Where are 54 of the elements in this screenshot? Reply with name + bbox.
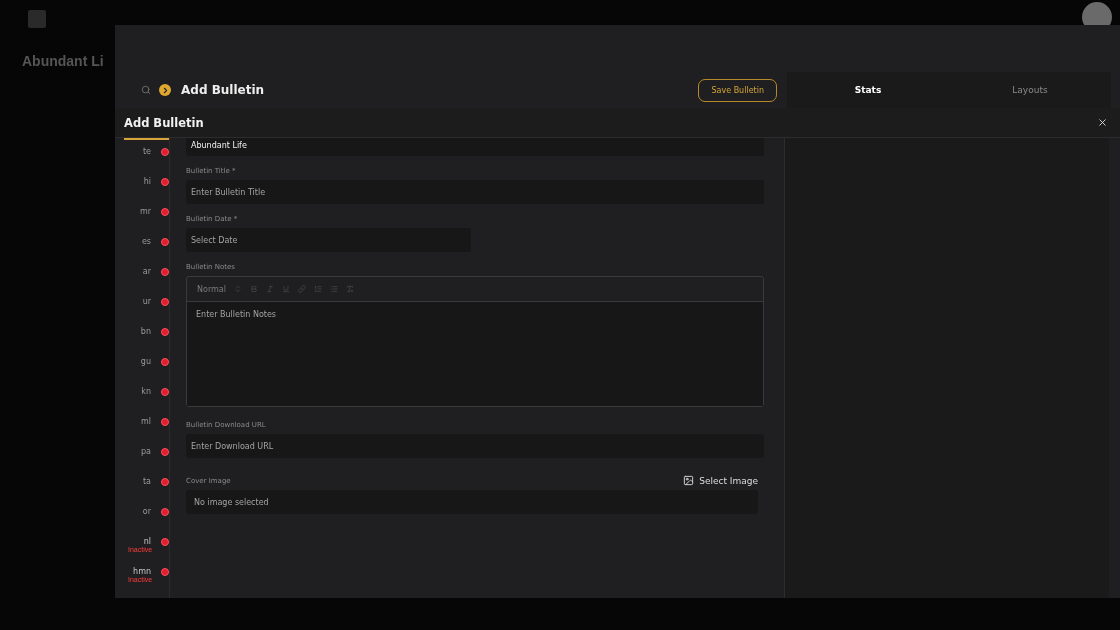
- save-button[interactable]: Save Bulletin: [698, 78, 777, 102]
- image-icon: [683, 475, 695, 486]
- tab[interactable]: Layouts: [949, 72, 1111, 108]
- italic-icon: [265, 285, 274, 293]
- language-tab[interactable]: ar: [124, 258, 169, 288]
- header-title: Add Bulletin: [181, 83, 266, 97]
- status-dot: [161, 507, 169, 516]
- logo-icon: [28, 10, 46, 28]
- church-field[interactable]: Abundant Life: [186, 138, 764, 156]
- language-tab[interactable]: or: [124, 498, 169, 528]
- status-dot: [161, 357, 169, 366]
- language-tab[interactable]: ur: [124, 288, 169, 318]
- status-dot: [161, 177, 169, 186]
- status-dot: [161, 387, 169, 396]
- status-dot: [161, 567, 169, 576]
- notes-field[interactable]: Enter Bulletin Notes: [187, 302, 763, 406]
- language-tab[interactable]: es: [124, 228, 169, 258]
- title-field[interactable]: Enter Bulletin Title: [186, 180, 764, 204]
- date-field[interactable]: Select Date: [186, 228, 471, 252]
- chevron-icon: [159, 84, 171, 96]
- select-image-button[interactable]: Select Image: [683, 475, 758, 486]
- link-icon: [297, 285, 306, 293]
- language-tab[interactable]: gu: [124, 348, 169, 378]
- status-dot: [161, 207, 169, 216]
- ordered-list-icon: [313, 285, 322, 293]
- page-title: Abundant Li: [22, 53, 104, 69]
- status-dot: [161, 537, 169, 546]
- bold-icon: [249, 285, 258, 293]
- clear-format-icon: [345, 285, 354, 293]
- dialog-title: Add Bulletin: [124, 115, 204, 130]
- language-tab[interactable]: pa: [124, 438, 169, 468]
- language-tab[interactable]: ml: [124, 408, 169, 438]
- status-dot: [161, 447, 169, 456]
- status-dot: [161, 297, 169, 306]
- status-dot: [161, 477, 169, 486]
- status-dot: [161, 147, 169, 156]
- language-tab[interactable]: hi: [124, 168, 169, 198]
- close-button[interactable]: [1097, 117, 1108, 128]
- language-tab[interactable]: kn: [124, 378, 169, 408]
- status-dot: [161, 267, 169, 276]
- tab[interactable]: Stats: [787, 72, 949, 108]
- format-select[interactable]: Normal: [197, 284, 226, 294]
- status-dot: [161, 327, 169, 336]
- list-icon: [329, 285, 338, 293]
- language-tab[interactable]: te: [124, 138, 169, 168]
- status-dot: [161, 237, 169, 246]
- url-field[interactable]: Enter Download URL: [186, 434, 764, 458]
- language-tab[interactable]: mr: [124, 198, 169, 228]
- image-field: No image selected: [186, 490, 758, 514]
- language-tab[interactable]: ta: [124, 468, 169, 498]
- language-tab[interactable]: bn: [124, 318, 169, 348]
- search-icon: [141, 85, 151, 95]
- status-dot: [161, 417, 169, 426]
- underline-icon: [281, 285, 290, 293]
